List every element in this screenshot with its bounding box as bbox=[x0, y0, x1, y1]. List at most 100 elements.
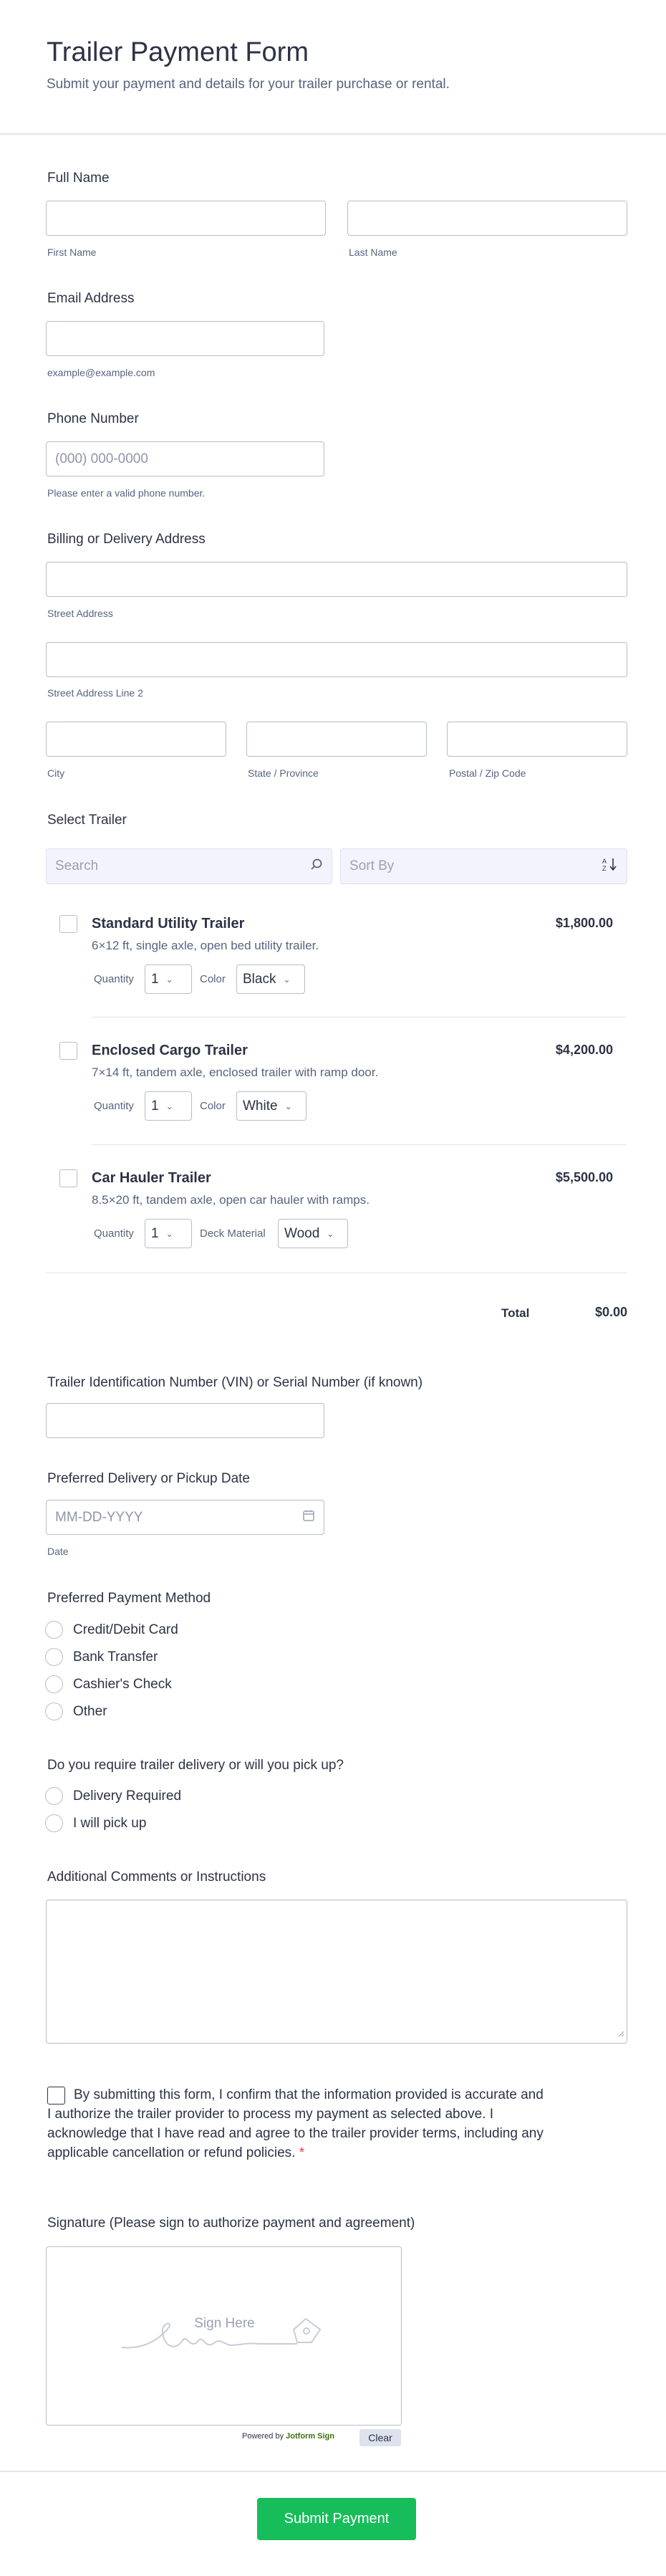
radio-circle[interactable] bbox=[45, 1648, 63, 1666]
radio-pick-up[interactable]: I will pick up bbox=[45, 1814, 146, 1832]
radio-delivery-required[interactable]: Delivery Required bbox=[45, 1787, 181, 1805]
product-description: 8.5×20 ft, tandem axle, open car hauler … bbox=[92, 1193, 370, 1207]
resize-handle-icon[interactable] bbox=[618, 2028, 624, 2041]
radio-circle[interactable] bbox=[45, 1621, 63, 1639]
color-select[interactable]: Black ⌄ bbox=[236, 964, 305, 994]
quantity-value: 1 bbox=[151, 971, 159, 987]
sort-by-select[interactable]: Sort By AZ bbox=[340, 848, 627, 884]
radio-circle[interactable] bbox=[45, 1703, 63, 1720]
page-title: Trailer Payment Form bbox=[47, 37, 309, 67]
chevron-down-icon: ⌄ bbox=[165, 1228, 173, 1239]
agreement-text: By submitting this form, I confirm that … bbox=[47, 2085, 549, 2163]
radio-circle[interactable] bbox=[45, 1675, 63, 1693]
quantity-select[interactable]: 1 ⌄ bbox=[145, 1091, 192, 1121]
svg-text:Z: Z bbox=[602, 865, 607, 871]
street-address-line2-input[interactable] bbox=[46, 642, 627, 677]
zip-sublabel: Postal / Zip Code bbox=[449, 767, 526, 779]
street-address-sublabel: Street Address bbox=[47, 608, 113, 619]
page-subtitle: Submit your payment and details for your… bbox=[47, 77, 450, 92]
option-label: Color bbox=[200, 1100, 226, 1112]
radio-credit-debit-card[interactable]: Credit/Debit Card bbox=[45, 1621, 178, 1639]
vin-label: Trailer Identification Number (VIN) or S… bbox=[47, 1375, 423, 1390]
signature-pad[interactable]: Sign Here bbox=[46, 2246, 402, 2426]
product-checkbox-standard-utility[interactable] bbox=[59, 915, 77, 933]
radio-bank-transfer[interactable]: Bank Transfer bbox=[45, 1648, 158, 1666]
radio-circle[interactable] bbox=[45, 1787, 63, 1805]
search-placeholder: Search bbox=[55, 858, 99, 873]
option-value: White bbox=[243, 1098, 278, 1114]
chevron-down-icon: ⌄ bbox=[327, 1228, 334, 1239]
radio-other[interactable]: Other bbox=[45, 1703, 107, 1720]
product-name: Car Hauler Trailer bbox=[92, 1170, 211, 1186]
product-description: 6×12 ft, single axle, open bed utility t… bbox=[92, 939, 319, 952]
product-price: $5,500.00 bbox=[555, 1170, 613, 1184]
date-input[interactable]: MM-DD-YYYY bbox=[46, 1500, 324, 1535]
product-name: Standard Utility Trailer bbox=[92, 916, 245, 932]
product-price: $1,800.00 bbox=[555, 916, 613, 930]
radio-cashiers-check[interactable]: Cashier's Check bbox=[45, 1675, 172, 1693]
chevron-down-icon: ⌄ bbox=[284, 1101, 292, 1111]
search-icon bbox=[310, 858, 323, 875]
total-label: Total bbox=[501, 1306, 530, 1320]
phone-input[interactable]: (000) 000-0000 bbox=[46, 441, 324, 477]
address-label: Billing or Delivery Address bbox=[47, 532, 206, 547]
last-name-input[interactable] bbox=[347, 201, 627, 236]
phone-placeholder: (000) 000-0000 bbox=[55, 451, 148, 466]
svg-text:A: A bbox=[602, 858, 607, 865]
product-divider bbox=[92, 1144, 627, 1145]
select-trailer-label: Select Trailer bbox=[47, 813, 127, 828]
quantity-label: Quantity bbox=[94, 973, 134, 985]
zip-input[interactable] bbox=[447, 722, 627, 757]
sort-icon: AZ bbox=[602, 857, 618, 876]
sort-placeholder: Sort By bbox=[349, 858, 395, 873]
product-search-input[interactable]: Search bbox=[46, 848, 332, 884]
first-name-input[interactable] bbox=[46, 201, 326, 236]
quantity-select[interactable]: 1 ⌄ bbox=[145, 964, 192, 994]
vin-input[interactable] bbox=[46, 1403, 324, 1438]
chevron-down-icon: ⌄ bbox=[165, 974, 173, 985]
payment-method-label: Preferred Payment Method bbox=[47, 1591, 211, 1606]
delivery-label: Do you require trailer delivery or will … bbox=[47, 1758, 344, 1773]
product-divider bbox=[92, 1017, 627, 1018]
product-description: 7×14 ft, tandem axle, enclosed trailer w… bbox=[92, 1066, 379, 1079]
agreement-text-content: By submitting this form, I confirm that … bbox=[47, 2087, 544, 2160]
street-address-input[interactable] bbox=[46, 562, 627, 597]
city-input[interactable] bbox=[46, 722, 226, 757]
header-divider bbox=[0, 133, 666, 135]
comments-label: Additional Comments or Instructions bbox=[47, 1869, 266, 1885]
email-input[interactable] bbox=[46, 321, 324, 356]
signature-label: Signature (Please sign to authorize paym… bbox=[47, 2216, 415, 2231]
radio-label: Cashier's Check bbox=[73, 1676, 172, 1692]
radio-label: Credit/Debit Card bbox=[73, 1622, 178, 1637]
product-price: $4,200.00 bbox=[555, 1043, 613, 1057]
radio-label: Other bbox=[73, 1703, 107, 1719]
date-sublabel: Date bbox=[47, 1546, 69, 1557]
phone-sublabel: Please enter a valid phone number. bbox=[47, 487, 206, 499]
date-label: Preferred Delivery or Pickup Date bbox=[47, 1471, 250, 1486]
quantity-value: 1 bbox=[151, 1225, 159, 1241]
first-name-sublabel: First Name bbox=[47, 246, 97, 258]
quantity-label: Quantity bbox=[94, 1100, 134, 1112]
color-select[interactable]: White ⌄ bbox=[236, 1091, 307, 1121]
email-sublabel: example@example.com bbox=[47, 367, 155, 378]
radio-circle[interactable] bbox=[45, 1814, 63, 1832]
required-mark: * bbox=[299, 2145, 305, 2160]
radio-label: I will pick up bbox=[73, 1815, 147, 1831]
comments-textarea[interactable] bbox=[46, 1900, 627, 2044]
phone-label: Phone Number bbox=[47, 411, 139, 426]
clear-signature-button[interactable]: Clear bbox=[359, 2429, 401, 2446]
product-checkbox-car-hauler[interactable] bbox=[59, 1169, 77, 1187]
footer-divider bbox=[0, 2471, 666, 2472]
quantity-select[interactable]: 1 ⌄ bbox=[145, 1219, 192, 1248]
state-input[interactable] bbox=[246, 722, 427, 757]
calendar-icon[interactable] bbox=[302, 1509, 315, 1526]
chevron-down-icon: ⌄ bbox=[165, 1101, 173, 1111]
state-sublabel: State / Province bbox=[248, 767, 319, 779]
product-checkbox-enclosed-cargo[interactable] bbox=[59, 1042, 77, 1060]
submit-button[interactable]: Submit Payment bbox=[257, 2498, 416, 2540]
street-address-line2-sublabel: Street Address Line 2 bbox=[47, 687, 143, 699]
deck-material-select[interactable]: Wood ⌄ bbox=[278, 1219, 348, 1248]
quantity-label: Quantity bbox=[94, 1227, 134, 1240]
option-label: Deck Material bbox=[200, 1227, 266, 1240]
option-value: Wood bbox=[284, 1225, 320, 1241]
